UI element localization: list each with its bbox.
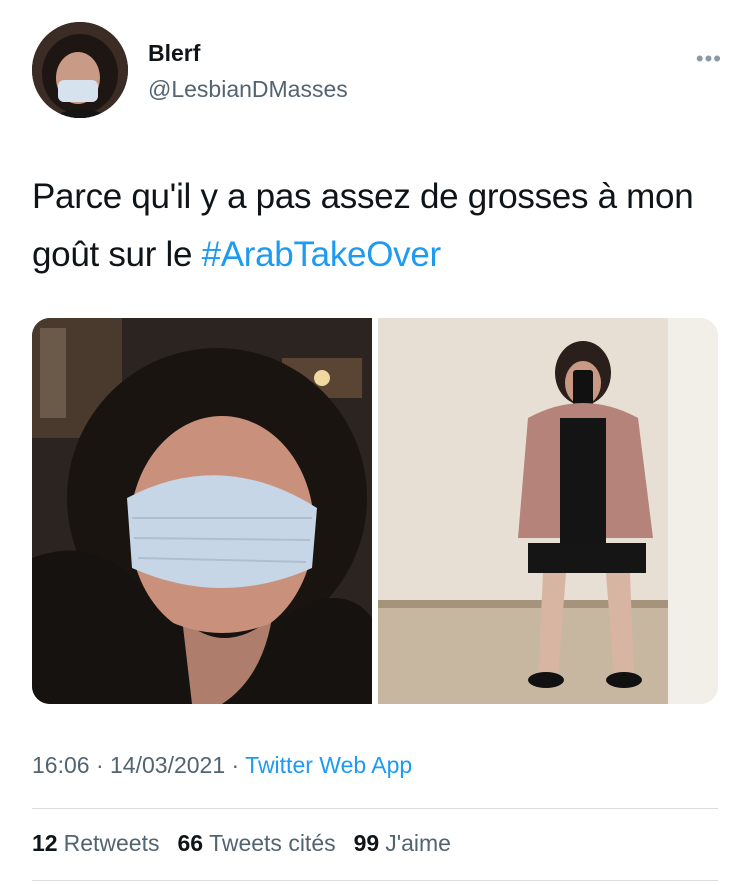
tweet-time[interactable]: 16:06 (32, 752, 90, 778)
photo-selfie-masked[interactable] (32, 318, 372, 704)
tweet-date[interactable]: 14/03/2021 (110, 752, 225, 778)
media-grid (32, 318, 718, 704)
meta-separator: · (89, 752, 111, 778)
meta-separator: · (225, 752, 246, 778)
mirror-image (378, 318, 718, 704)
avatar-image (32, 22, 128, 118)
tweet-header: Blerf @LesbianDMasses ••• (32, 22, 722, 122)
selfie-image (32, 318, 372, 704)
hashtag-link[interactable]: #ArabTakeOver (202, 235, 442, 274)
retweets-label: Retweets (63, 830, 160, 856)
quotes-label: Tweets cités (209, 830, 336, 856)
divider (32, 880, 718, 881)
avatar[interactable] (32, 22, 128, 118)
tweet-stats: 12 Retweets 66 Tweets cités 99 J'aime (32, 830, 451, 857)
divider (32, 808, 718, 809)
photo-mirror-selfie[interactable] (378, 318, 718, 704)
author-handle[interactable]: @LesbianDMasses (148, 76, 348, 103)
retweets-stat[interactable]: 12 Retweets (32, 830, 159, 857)
tweet-source[interactable]: Twitter Web App (245, 752, 412, 778)
retweets-count: 12 (32, 830, 58, 856)
tweet-text: Parce qu'il y a pas assez de grosses à m… (32, 168, 712, 284)
quotes-count: 66 (177, 830, 204, 856)
tweet-meta: 16:06 · 14/03/2021 · Twitter Web App (32, 752, 412, 779)
author-name[interactable]: Blerf (148, 40, 200, 67)
more-dots-icon[interactable]: ••• (696, 46, 722, 72)
likes-label: J'aime (385, 830, 451, 856)
quotes-stat[interactable]: 66 Tweets cités (177, 830, 335, 857)
likes-count: 99 (353, 830, 380, 856)
likes-stat[interactable]: 99 J'aime (354, 830, 451, 857)
